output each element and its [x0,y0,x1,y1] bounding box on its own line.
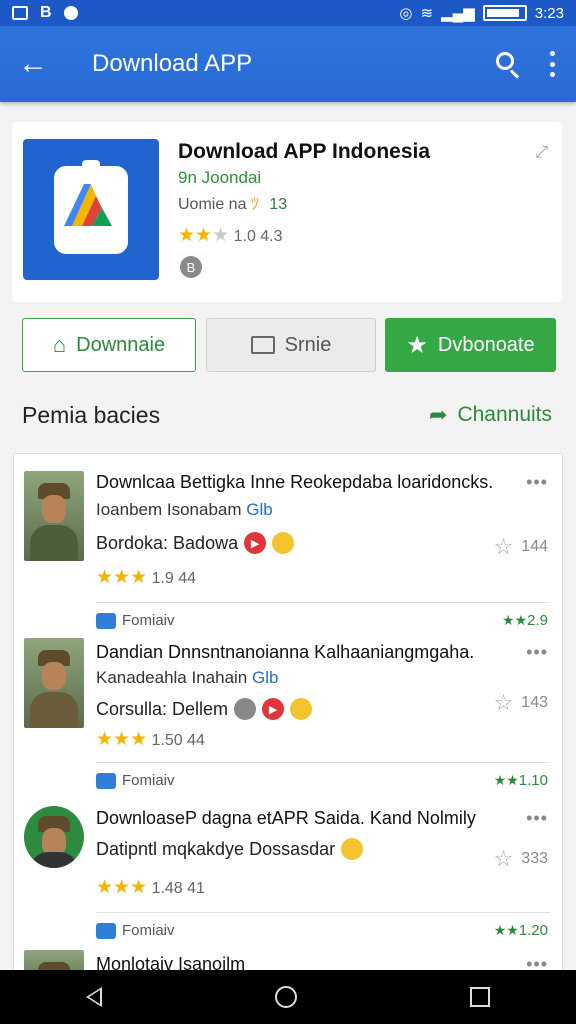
app-developer[interactable]: 9n Joondai [178,168,261,188]
battery-icon [482,5,527,21]
favorite-toggle[interactable]: ☆ 144 [494,534,548,560]
badge-icon: B [180,256,202,278]
more-options-button[interactable] [550,51,556,77]
emoji-icon [290,698,313,720]
avatar [24,638,84,728]
home-icon: ⌂ [52,332,67,357]
section-link[interactable]: ➦ Channuits [429,402,552,428]
list-item[interactable]: Fomiaiv ★★1.20 Monlotaiv Isanoilm ••• [14,914,562,972]
app-rating: ★★★ 1.0 4.3 [178,225,283,246]
arrow-left-icon: ← [18,47,48,80]
list-item[interactable]: Fomiaiv ★★1.10 DownloaseP dagna etAPR Sa… [14,764,562,914]
system-nav-bar [0,970,576,1024]
app-icon [23,139,159,280]
wifi-icon: ≋ [420,5,434,22]
nav-back-icon[interactable] [86,987,103,1007]
more-icon[interactable]: ••• [526,808,548,829]
b-icon: B [40,4,52,21]
star-icon: ★ [212,225,230,246]
category-icon [96,922,116,939]
app-bar: ← Download APP [0,26,576,102]
star-icon: ★ [406,331,428,359]
emoji-icon [272,532,295,554]
share-button[interactable]: Srnie [206,318,376,372]
star-outline-icon: ☆ [493,846,514,871]
back-button[interactable]: ← [0,26,66,102]
star-icon: ★ [195,225,213,246]
star-outline-icon: ☆ [493,534,514,559]
avatar [24,806,84,868]
vibrate-icon: ◎ [399,5,413,22]
favorite-toggle[interactable]: ☆ 143 [494,690,548,716]
chat-icon [250,336,275,354]
category-icon [96,612,116,629]
more-icon[interactable]: ••• [526,642,548,663]
status-time: 3:23 [534,4,564,22]
category-icon [96,772,116,789]
star-icon: ★ [178,225,196,246]
image-icon [12,6,28,20]
app-detail-card: Download APP Indonesia 9n Joondai Uomie … [12,122,562,302]
search-button[interactable] [494,50,522,79]
app-logo-icon [64,183,112,226]
nav-recents-icon[interactable] [469,987,490,1007]
close-icon[interactable]: ⤢ [535,144,548,162]
dot-icon [63,6,78,20]
play-icon: ▶ [262,698,285,720]
section-title: Pemia bacies [22,402,161,428]
badge-icon [234,698,257,720]
favorite-button[interactable]: ★ Dvbonoate [385,318,556,372]
list-item[interactable]: Downlcaa Bettigka Inne Reokepdaba loarid… [14,454,562,604]
avatar [24,471,84,561]
fire-icon: ﾂ [250,196,259,213]
emoji-icon [341,838,364,860]
page-title: Download APP [92,50,253,77]
favorite-toggle[interactable]: ☆ 333 [494,846,548,872]
signal-icon: ▂▄▆ [441,5,475,22]
app-name: Download APP Indonesia [178,140,431,163]
search-icon [496,52,514,70]
more-icon[interactable]: ••• [526,472,548,493]
app-list: Downlcaa Bettigka Inne Reokepdaba loarid… [13,453,563,973]
star-outline-icon: ☆ [493,690,514,715]
list-item[interactable]: Fomiaiv ★★2.9 Dandian Dnnsntnanoianna Ka… [14,604,562,764]
status-bar: B ◎ ≋ ▂▄▆ 3:23 [0,0,576,26]
nav-home-icon[interactable] [274,986,297,1008]
play-icon: ▶ [244,532,267,554]
share-arrow-icon: ➦ [429,402,448,427]
app-meta: Uomie na ﾂ 13 [178,196,288,213]
install-button[interactable]: ⌂ Downnaie [22,318,196,372]
